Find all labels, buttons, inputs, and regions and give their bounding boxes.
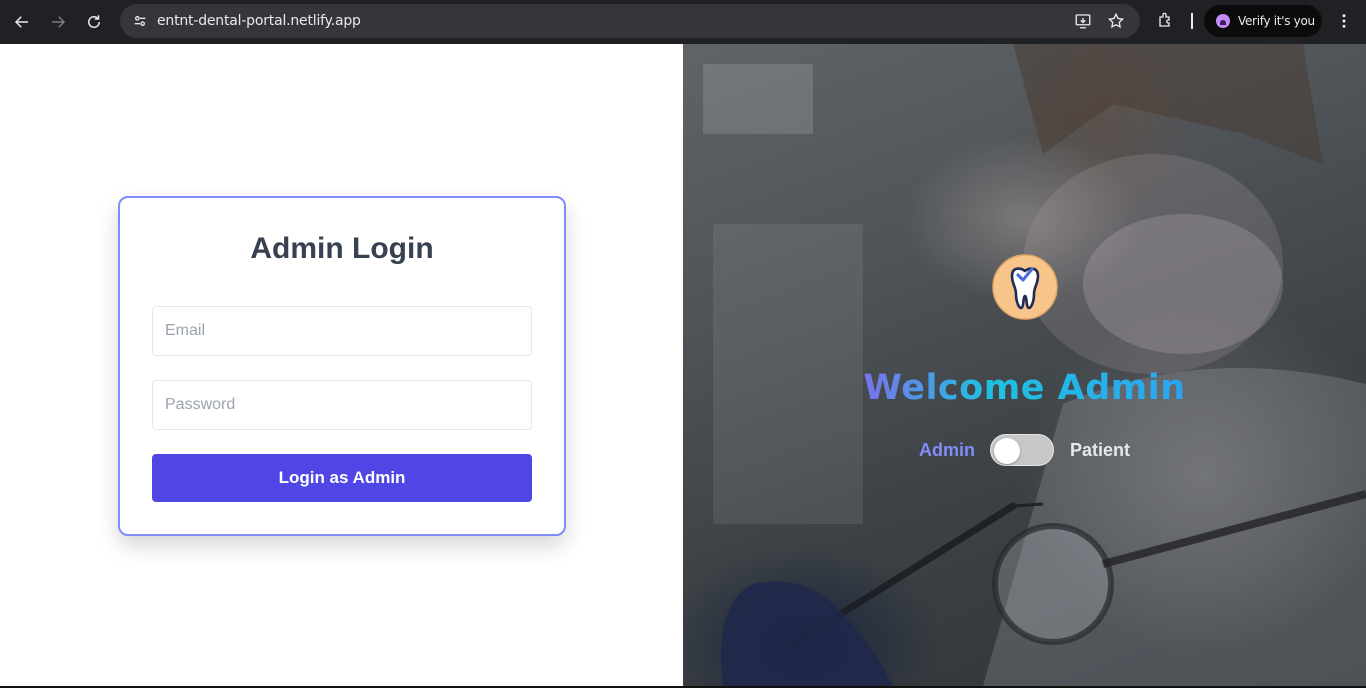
forward-arrow-icon[interactable] bbox=[40, 4, 76, 40]
more-menu-icon[interactable] bbox=[1334, 8, 1354, 34]
welcome-heading: Welcome Admin bbox=[683, 368, 1366, 408]
extensions-icon[interactable] bbox=[1154, 8, 1178, 32]
bookmark-star-icon[interactable] bbox=[1106, 11, 1126, 31]
url-text[interactable]: entnt-dental-portal.netlify.app bbox=[157, 13, 361, 29]
address-bar[interactable]: entnt-dental-portal.netlify.app bbox=[120, 4, 1140, 38]
page-title: Admin Login bbox=[250, 232, 434, 265]
profile-label: Verify it's you bbox=[1238, 14, 1315, 28]
login-pane: Admin Login Login as Admin bbox=[0, 44, 683, 686]
browser-toolbar: entnt-dental-portal.netlify.app Verify i… bbox=[0, 0, 1366, 44]
role-toggle-row: Admin Patient bbox=[683, 433, 1366, 467]
toggle-knob bbox=[994, 438, 1020, 464]
role-label-admin: Admin bbox=[919, 440, 975, 460]
profile-avatar-icon bbox=[1216, 14, 1230, 28]
page: Admin Login Login as Admin bbox=[0, 44, 1366, 688]
toolbar-divider bbox=[1191, 13, 1193, 29]
welcome-pane: Welcome Admin Admin Patient bbox=[683, 44, 1366, 686]
background-photo bbox=[683, 44, 1366, 686]
password-field[interactable] bbox=[152, 380, 532, 430]
back-arrow-icon[interactable] bbox=[4, 4, 40, 40]
install-app-icon[interactable] bbox=[1073, 11, 1093, 31]
profile-button[interactable]: Verify it's you bbox=[1204, 5, 1322, 37]
role-label-patient: Patient bbox=[1070, 440, 1131, 460]
email-field[interactable] bbox=[152, 306, 532, 356]
site-info-icon[interactable] bbox=[128, 9, 152, 33]
login-card: Admin Login Login as Admin bbox=[118, 196, 566, 536]
role-toggle-switch[interactable] bbox=[990, 434, 1054, 466]
tooth-logo-icon bbox=[992, 254, 1058, 320]
reload-icon[interactable] bbox=[76, 4, 112, 40]
login-button[interactable]: Login as Admin bbox=[152, 454, 532, 502]
